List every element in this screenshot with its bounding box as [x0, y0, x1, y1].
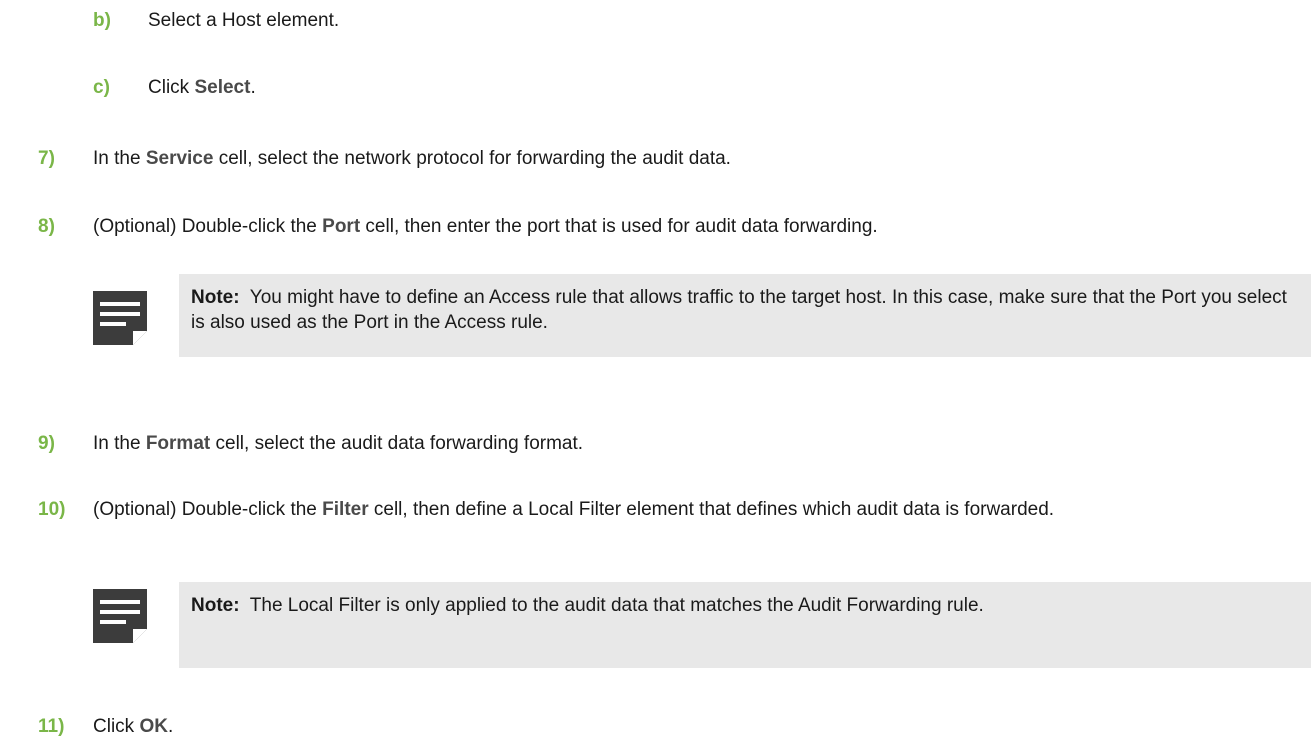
ui-term: OK [139, 716, 168, 737]
step-number: b) [93, 10, 111, 31]
step-text: Select a Host element. [148, 10, 340, 31]
step-number: 11) [38, 716, 65, 737]
step-b: b) Select a Host element. [93, 8, 1303, 33]
note-text: You might have to define an Access rule … [191, 287, 1287, 333]
step-text: (Optional) Double-click the Port cell, t… [93, 216, 878, 237]
step-11: 11) Click OK. [38, 714, 1303, 739]
step-10: 10) (Optional) Double-click the Filter c… [38, 497, 1303, 522]
step-text: Click OK. [93, 716, 174, 737]
step-text: In the Service cell, select the network … [93, 148, 731, 169]
step-8: 8) (Optional) Double-click the Port cell… [38, 214, 1303, 239]
step-text: (Optional) Double-click the Filter cell,… [93, 499, 1055, 520]
note-box: Note: You might have to define an Access… [179, 274, 1311, 357]
step-9: 9) In the Format cell, select the audit … [38, 431, 1303, 456]
note-label: Note: [191, 595, 240, 616]
step-7: 7) In the Service cell, select the netwo… [38, 146, 1303, 171]
step-number: 7) [38, 148, 55, 169]
ui-term: Format [145, 433, 211, 454]
step-c: c) Click Select. [93, 75, 1303, 100]
note-icon [93, 589, 147, 643]
note-text: The Local Filter is only applied to the … [249, 595, 984, 616]
ui-term: Service [145, 148, 214, 169]
step-number: 8) [38, 216, 55, 237]
note-box: Note: The Local Filter is only applied t… [179, 582, 1311, 668]
step-number: c) [93, 77, 110, 98]
step-number: 9) [38, 433, 55, 454]
ui-term: Filter [322, 499, 369, 520]
note-icon [93, 291, 147, 345]
step-text: In the Format cell, select the audit dat… [93, 433, 584, 454]
step-text: Click Select. [148, 77, 256, 98]
ui-term: Port [322, 216, 361, 237]
note-label: Note: [191, 287, 240, 308]
ui-term: Select [194, 77, 251, 98]
step-number: 10) [38, 499, 66, 520]
